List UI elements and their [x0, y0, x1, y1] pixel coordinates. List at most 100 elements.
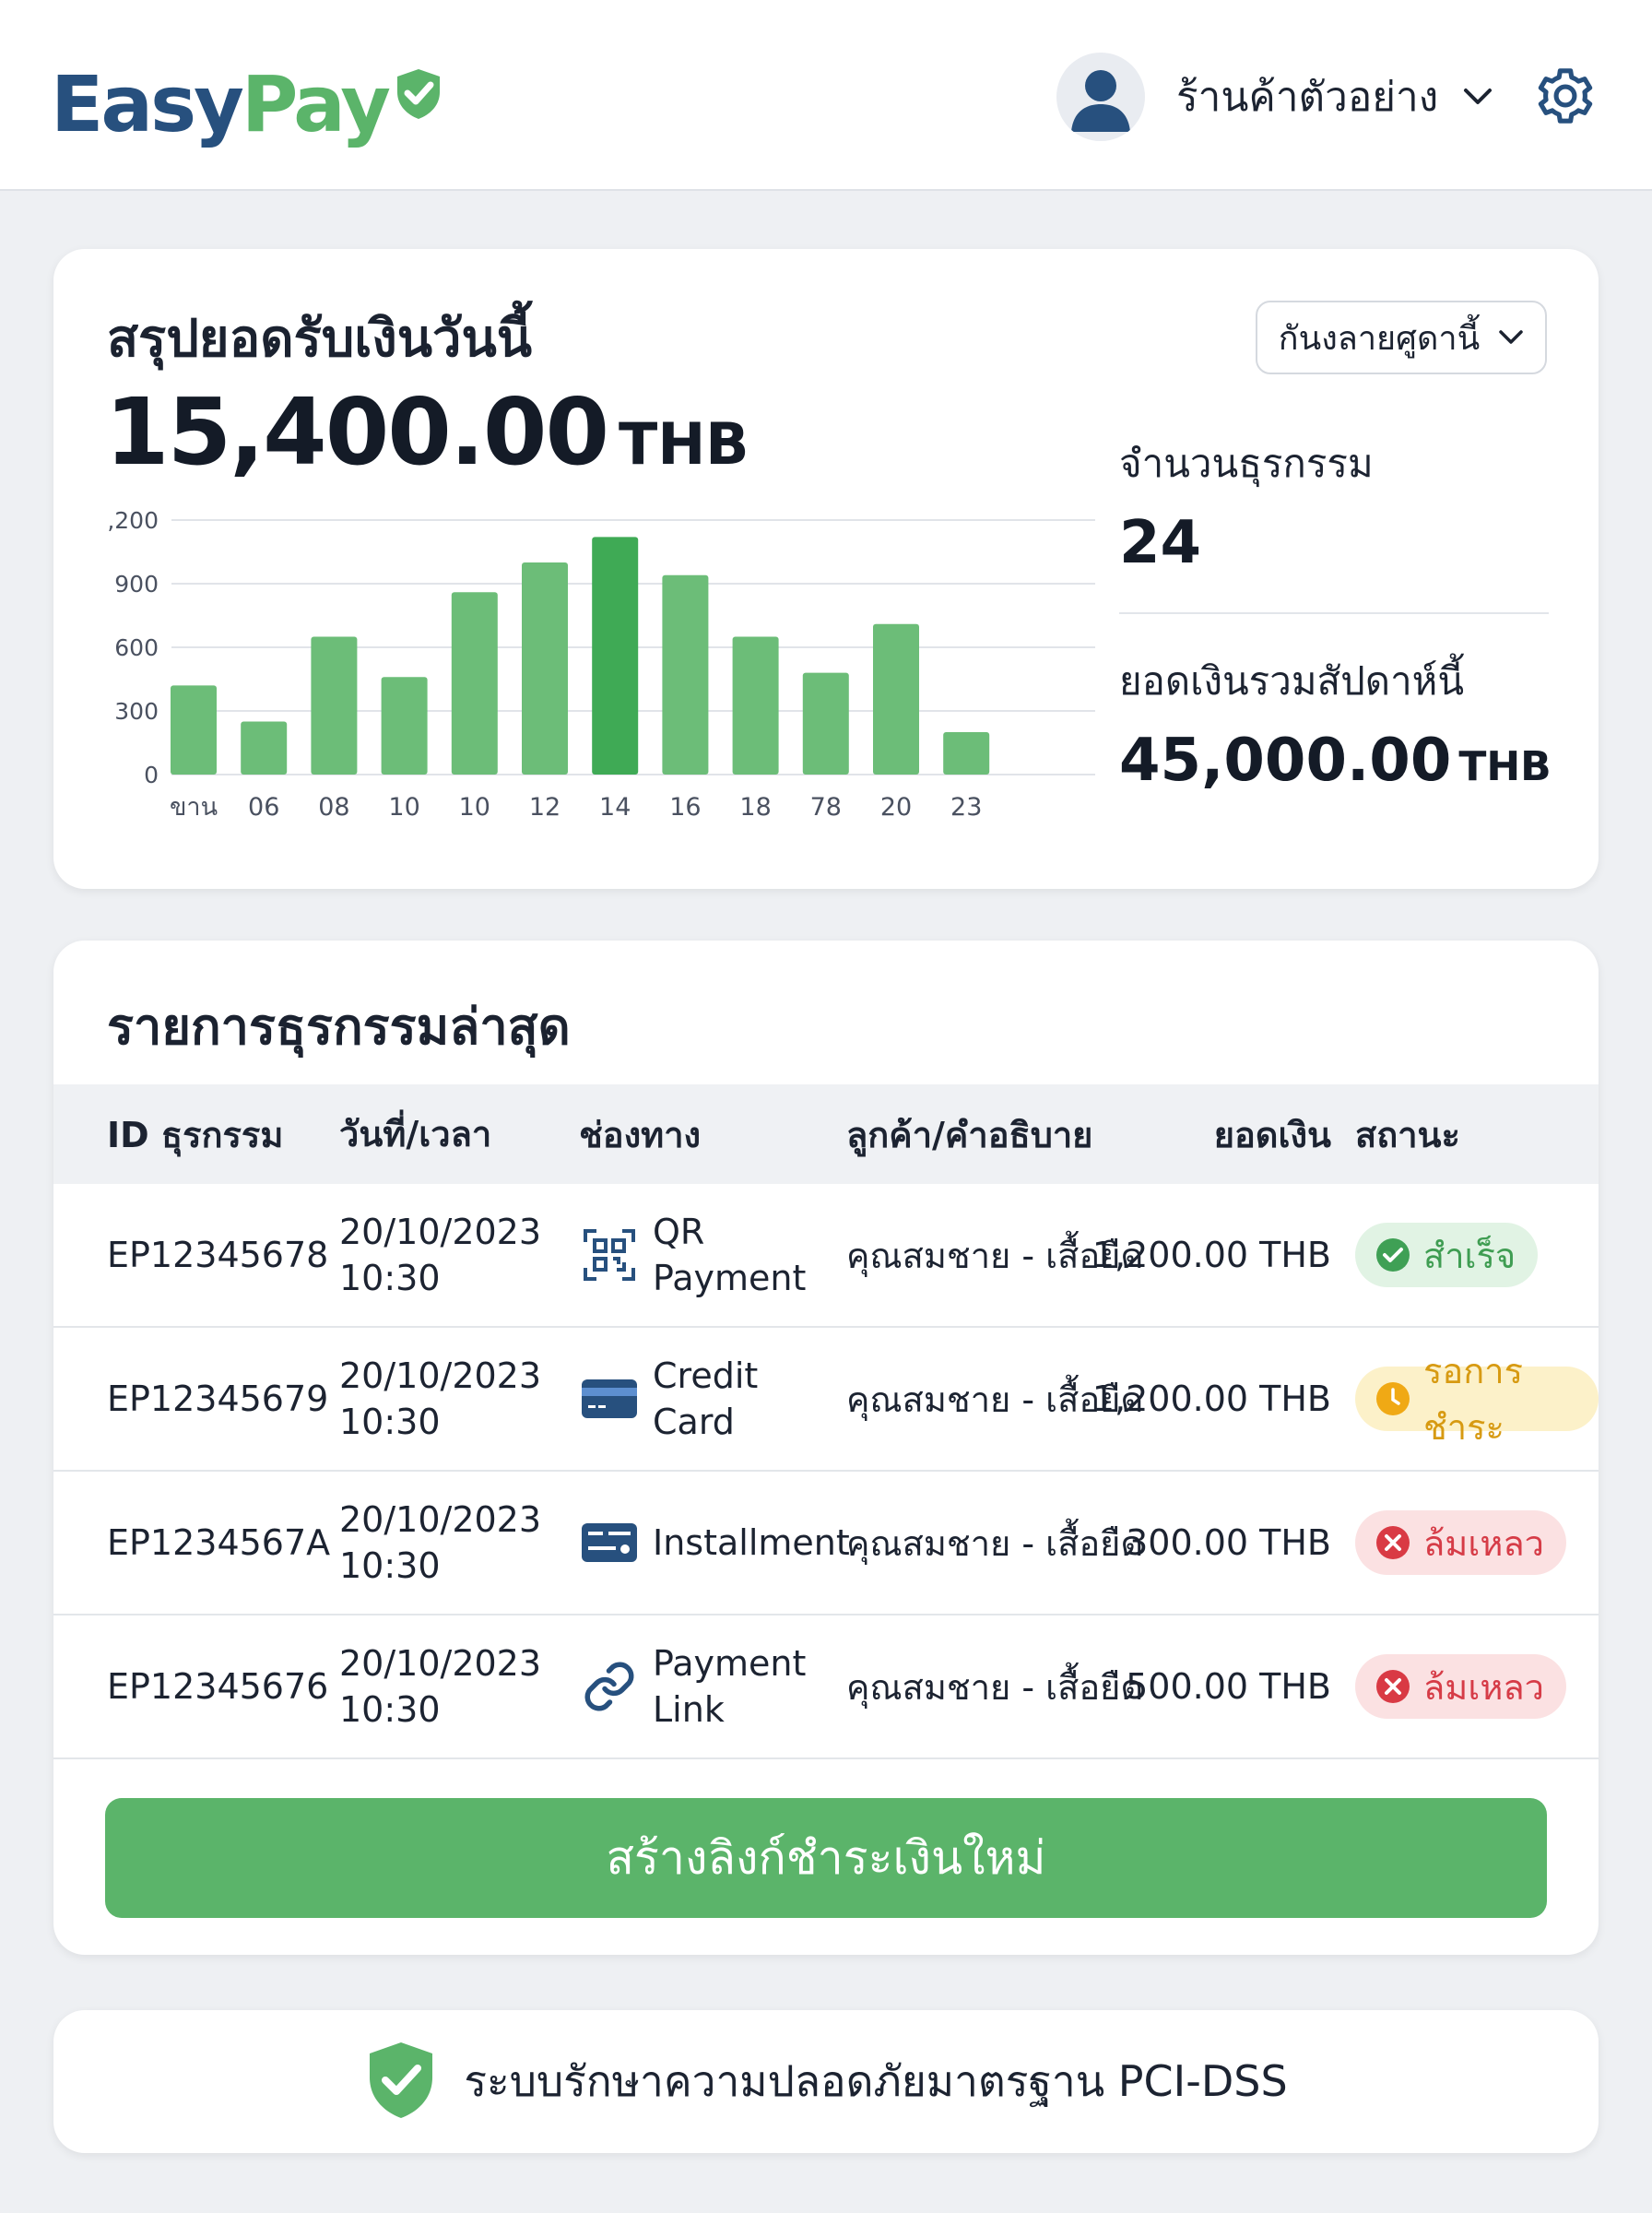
chart-bar[interactable]: [311, 636, 358, 775]
chart-bar[interactable]: [873, 623, 919, 775]
tx-id: EP12345679: [107, 1379, 329, 1419]
tx-channel: Installment: [579, 1512, 850, 1573]
credit-card-icon: [579, 1368, 640, 1429]
channel-label: Payment Link: [653, 1640, 806, 1733]
today-amount-value: 15,400.00: [105, 378, 609, 486]
stat-transaction-count: จำนวนธุรกรรม 24: [1119, 433, 1549, 577]
create-payment-link-button[interactable]: สร้างลิงก์ชำระเงินใหม่: [105, 1798, 1547, 1918]
table-header: ID ธุรกรรม วันที่/เวลา ช่องทาง ลูกค้า/คำ…: [53, 1084, 1599, 1184]
logo-text-easy: Easy: [51, 59, 244, 149]
chart-y-tick-label: 900: [114, 571, 159, 598]
tx-customer: คุณสมชาย - เสื้อยืด: [846, 1666, 1144, 1708]
logo-shield-check-icon: [392, 50, 445, 140]
tx-id: EP12345678: [107, 1235, 329, 1275]
stat-weekly-total: ยอดเงินรวมสัปดาห์นี้ 45,000.00 THB: [1119, 651, 1552, 795]
table-row[interactable]: EP12345676 20/10/2023 10:30 Payment Link ค…: [53, 1615, 1599, 1759]
status-text: ล้มเหลว: [1423, 1666, 1544, 1708]
stat-value-number: 45,000.00: [1119, 727, 1452, 795]
status-badge: ล้มเหลว: [1355, 1654, 1566, 1719]
clock-icon: [1375, 1381, 1410, 1416]
chart-bar[interactable]: [662, 574, 709, 775]
tx-channel: Credit Card: [579, 1353, 758, 1445]
chart-bar[interactable]: [241, 721, 288, 775]
header-channel: ช่องทาง: [579, 1114, 702, 1155]
tx-id: EP12345676: [107, 1666, 329, 1707]
gear-icon[interactable]: [1532, 63, 1599, 129]
stat-value-number: 24: [1119, 509, 1202, 577]
tx-time: 10:30: [339, 1689, 441, 1730]
x-circle-icon: [1375, 1525, 1410, 1560]
status-badge: รอการชำระ: [1355, 1351, 1599, 1448]
chart-y-tick-label: 0: [144, 762, 159, 788]
stats-panel: จำนวนธุรกรรม 24 ยอดเงินรวมสัปดาห์นี้ 45,…: [1119, 433, 1552, 795]
table-row[interactable]: EP12345678 20/10/2023 10:30 QR Payment คุณ…: [53, 1184, 1599, 1328]
header-customer: ลูกค้า/คำอธิบาย: [846, 1114, 1093, 1155]
tx-datetime: 20/10/2023 10:30: [339, 1209, 541, 1301]
tx-datetime: 20/10/2023 10:30: [339, 1640, 541, 1733]
account-menu[interactable]: ร้านค้าตัวอย่าง: [1056, 52, 1493, 142]
chart-bar[interactable]: [732, 636, 779, 775]
chart-y-tick-label: 1,200: [107, 507, 159, 534]
chart-x-tick-label: ขาน: [170, 793, 218, 822]
divider: [1119, 612, 1549, 614]
channel-label: QR Payment: [653, 1209, 806, 1301]
user-icon: [1056, 53, 1145, 141]
chart-bar[interactable]: [171, 685, 217, 775]
status-text: รอการชำระ: [1423, 1351, 1523, 1448]
chart-bar[interactable]: [943, 732, 990, 775]
chart-bar[interactable]: [592, 537, 639, 775]
chart-bar[interactable]: [802, 672, 849, 775]
header-date[interactable]: วันที่/เวลา: [339, 1111, 491, 1157]
tx-time: 10:30: [339, 1545, 441, 1586]
logo-text-pay: Pay: [241, 59, 391, 149]
check-circle-icon: [1375, 1237, 1410, 1272]
channel-line1: QR: [653, 1212, 705, 1252]
shop-name: ร้านค้าตัวอย่าง: [1176, 74, 1439, 121]
channel-label: Credit Card: [653, 1353, 758, 1445]
stat-label: จำนวนธุรกรรม: [1119, 441, 1374, 486]
status-text: สำเร็จ: [1423, 1235, 1516, 1276]
chart-x-tick-label: 08: [318, 793, 349, 822]
tx-time: 10:30: [339, 1258, 441, 1298]
chart-y-tick-label: 300: [114, 698, 159, 725]
tx-date: 20/10/2023: [339, 1499, 542, 1540]
tx-date: 20/10/2023: [339, 1643, 542, 1684]
chart-x-tick-label: 23: [950, 793, 982, 822]
transactions-table: ID ธุรกรรม วันที่/เวลา ช่องทาง ลูกค้า/คำ…: [53, 1084, 1599, 1759]
chart-x-tick-label: 16: [669, 793, 701, 822]
chart-bar[interactable]: [381, 677, 428, 775]
x-circle-icon: [1375, 1669, 1410, 1704]
chevron-down-icon: [1498, 329, 1524, 346]
chart-x-tick-label: 78: [810, 793, 842, 822]
shield-check-icon: [364, 2039, 438, 2125]
status-badge-pending: รอการชำระ: [1355, 1351, 1599, 1448]
table-row[interactable]: EP1234567A 20/10/2023 10:30 Installment ค…: [53, 1472, 1599, 1615]
installment-card-icon: [579, 1512, 640, 1573]
header-status: สถานะ: [1355, 1114, 1460, 1155]
chevron-down-icon: [1462, 87, 1493, 107]
tx-datetime: 20/10/2023 10:30: [339, 1497, 541, 1589]
period-select[interactable]: กันงลายศูดานี้: [1256, 301, 1547, 374]
link-icon: [579, 1656, 640, 1717]
chart-x-tick-label: 12: [529, 793, 560, 822]
header-amount: ยอดเงิน: [1213, 1114, 1331, 1155]
table-row[interactable]: EP12345679 20/10/2023 10:30 Credit Card คุ…: [53, 1328, 1599, 1472]
tx-amount: 1,200.00 THB: [1092, 1379, 1331, 1419]
tx-date: 20/10/2023: [339, 1355, 542, 1396]
tx-time: 10:30: [339, 1402, 441, 1442]
tx-customer: คุณสมชาย - เสื้อยืด: [846, 1522, 1144, 1564]
status-badge-failed: ล้มเหลว: [1355, 1654, 1566, 1719]
channel-line2: Card: [653, 1402, 735, 1442]
summary-title: สรุปยอดรับเงินวันนี้: [107, 309, 533, 369]
channel-line1: Credit: [653, 1355, 759, 1396]
chart-bar[interactable]: [451, 592, 498, 775]
channel-line1: Installment: [653, 1522, 850, 1563]
stat-value: 45,000.00 THB: [1119, 727, 1552, 795]
chart-x-tick-label: 18: [739, 793, 771, 822]
stat-value: 24: [1119, 509, 1549, 577]
tx-amount: 500.00 THB: [1126, 1666, 1331, 1707]
chart-bar[interactable]: [522, 562, 568, 775]
chart-x-tick-label: 10: [459, 793, 490, 822]
easypay-logo[interactable]: Easy Pay: [51, 53, 445, 155]
tx-datetime: 20/10/2023 10:30: [339, 1353, 541, 1445]
